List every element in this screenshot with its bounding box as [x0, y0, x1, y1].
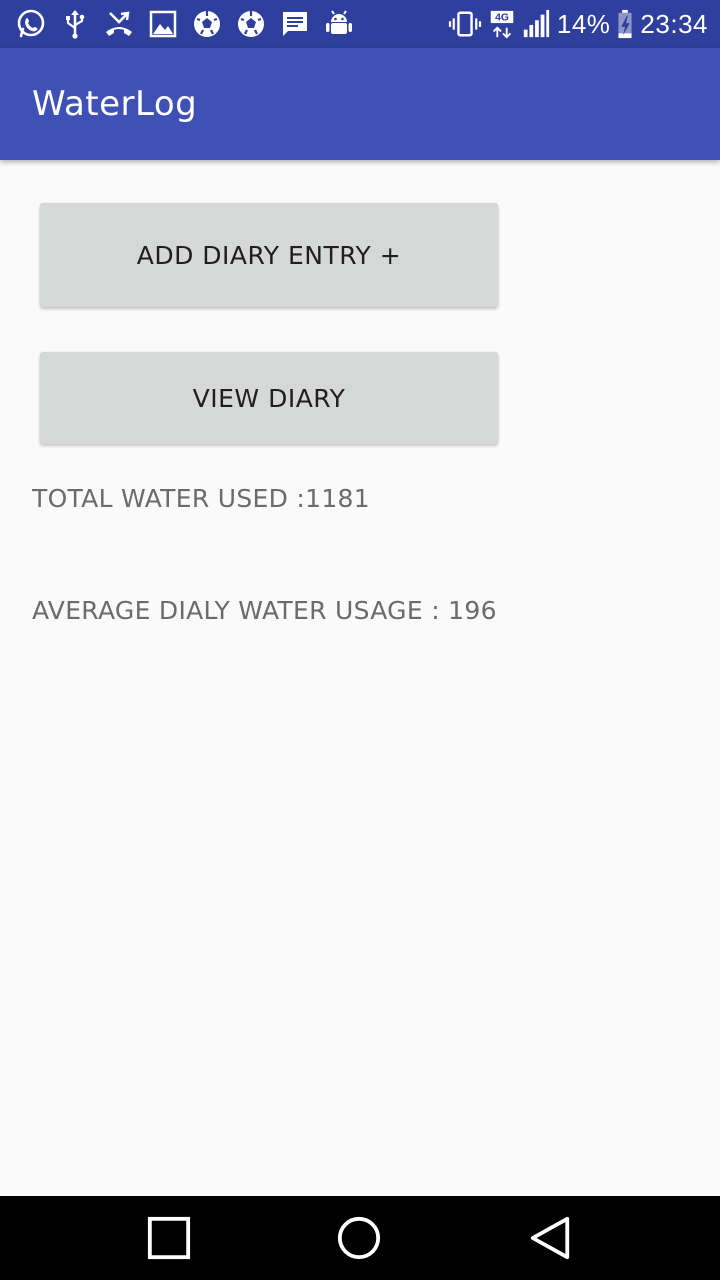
- add-diary-entry-button[interactable]: ADD DIARY ENTRY +: [40, 203, 498, 307]
- navigation-bar: [0, 1196, 720, 1280]
- soccer-ball-icon: [190, 7, 224, 41]
- image-icon: [146, 7, 180, 41]
- app-title: WaterLog: [32, 84, 198, 124]
- home-button[interactable]: [335, 1214, 383, 1262]
- android-debug-icon: [322, 7, 356, 41]
- total-water-used-text: TOTAL WATER USED :1181: [32, 484, 370, 513]
- back-button[interactable]: [526, 1214, 574, 1262]
- square-icon: [147, 1216, 191, 1260]
- recent-apps-button[interactable]: [145, 1214, 193, 1262]
- view-diary-button[interactable]: VIEW DIARY: [40, 352, 498, 444]
- missed-call-icon: [102, 7, 136, 41]
- vibrate-icon: [447, 9, 483, 39]
- network-type-label: 4G: [495, 13, 509, 24]
- network-4g-icon: 4G: [489, 9, 515, 39]
- average-daily-usage-text: AVERAGE DIALY WATER USAGE : 196: [32, 596, 497, 625]
- usb-icon: [58, 7, 92, 41]
- system-status: 4G 14% 23:34: [441, 9, 708, 40]
- whatsapp-icon: [14, 7, 48, 41]
- clock: 23:34: [640, 8, 708, 39]
- circle-icon: [337, 1216, 381, 1260]
- status-bar: 4G 14% 23:34: [0, 0, 720, 48]
- battery-charging-icon: [616, 9, 634, 39]
- soccer-ball-icon: [234, 7, 268, 41]
- app-bar: WaterLog: [0, 48, 720, 160]
- notification-icons: [14, 7, 366, 41]
- message-icon: [278, 7, 312, 41]
- battery-percent: 14%: [556, 8, 611, 39]
- back-triangle-icon: [530, 1216, 570, 1260]
- signal-icon: [521, 9, 551, 39]
